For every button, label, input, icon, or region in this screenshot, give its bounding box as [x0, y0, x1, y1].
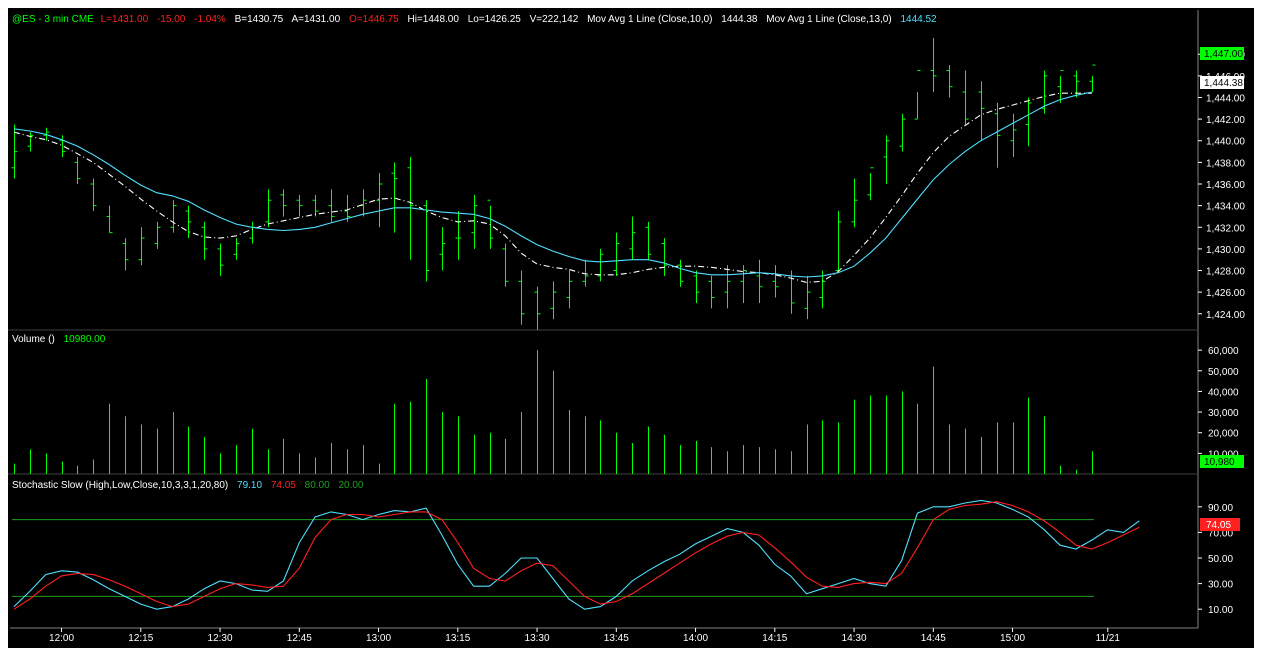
- header-bid: B=1430.75: [235, 14, 284, 25]
- stoch-tick-label: 50.00: [1208, 554, 1233, 565]
- volume-last-marker: 10,980: [1204, 457, 1235, 468]
- stoch-header-lower: 20.00: [338, 480, 363, 491]
- header-high: Hi=1448.00: [407, 14, 459, 25]
- time-tick-label: 14:30: [842, 633, 867, 644]
- header-ma13-label: Mov Avg 1 Line (Close,13,0): [766, 14, 891, 25]
- time-tick-label: 12:30: [208, 633, 233, 644]
- header-ma13-value: 1444.52: [900, 14, 937, 25]
- time-tick-label: 14:15: [762, 633, 787, 644]
- time-tick-label: 11/21: [1096, 633, 1121, 644]
- volume-tick-label: 30,000: [1208, 408, 1239, 419]
- time-tick-label: 12:45: [287, 633, 312, 644]
- stoch-header-upper: 80.00: [305, 480, 330, 491]
- price-tick-label: 1,432.00: [1206, 223, 1245, 234]
- stoch-tick-label: 30.00: [1208, 580, 1233, 591]
- price-tick-label: 1,438.00: [1206, 158, 1245, 169]
- stoch-header-d: 74.05: [271, 480, 296, 491]
- price-header: @ES - 3 min CME L=1431.00 -15.00 -1.04% …: [12, 14, 937, 25]
- time-tick-label: 14:00: [683, 633, 708, 644]
- time-tick-label: 12:00: [49, 633, 74, 644]
- stoch-header-k: 79.10: [237, 480, 262, 491]
- chart-window: @ES - 3 min CME L=1431.00 -15.00 -1.04% …: [8, 8, 1254, 648]
- volume-header-label: Volume (): [12, 334, 55, 345]
- header-low: Lo=1426.25: [468, 14, 522, 25]
- volume-tick-label: 50,000: [1208, 367, 1239, 378]
- time-tick-label: 15:00: [1000, 633, 1025, 644]
- price-tick-label: 1,436.00: [1206, 180, 1245, 191]
- stoch-last-marker: 74.05: [1206, 520, 1231, 531]
- time-tick-label: 13:00: [366, 633, 391, 644]
- chart-background: [8, 8, 1254, 648]
- price-tick-label: 1,442.00: [1206, 115, 1245, 126]
- header-ma10-value: 1444.38: [721, 14, 758, 25]
- volume-header-value: 10980.00: [64, 334, 106, 345]
- header-change: -15.00: [157, 14, 186, 25]
- chart-canvas[interactable]: @ES - 3 min CME L=1431.00 -15.00 -1.04% …: [8, 8, 1254, 648]
- header-open: O=1446.75: [349, 14, 399, 25]
- price-tick-label: 1,428.00: [1206, 267, 1245, 278]
- time-tick-label: 14:45: [921, 633, 946, 644]
- price-tick-label: 1,444.00: [1206, 93, 1245, 104]
- header-ma10-label: Mov Avg 1 Line (Close,10,0): [587, 14, 712, 25]
- price-ma-marker: 1,444.38: [1204, 78, 1243, 89]
- time-tick-label: 13:30: [525, 633, 550, 644]
- header-symbol: @ES - 3 min CME: [12, 14, 94, 25]
- volume-tick-label: 20,000: [1208, 429, 1239, 440]
- price-tick-label: 1,440.00: [1206, 137, 1245, 148]
- time-tick-label: 13:45: [604, 633, 629, 644]
- header-ask: A=1431.00: [291, 14, 340, 25]
- volume-tick-label: 60,000: [1208, 346, 1239, 357]
- time-tick-label: 13:15: [445, 633, 470, 644]
- price-tick-label: 1,424.00: [1206, 310, 1245, 321]
- header-volume: V=222,142: [530, 14, 579, 25]
- header-change-pct: -1.04%: [194, 14, 226, 25]
- stoch-tick-label: 90.00: [1208, 503, 1233, 514]
- price-tick-label: 1,434.00: [1206, 202, 1245, 213]
- stoch-tick-label: 10.00: [1208, 605, 1233, 616]
- time-tick-label: 12:15: [128, 633, 153, 644]
- price-last-marker: 1,447.00: [1204, 49, 1243, 60]
- stoch-header-label: Stochastic Slow (High,Low,Close,10,3,3,1…: [12, 480, 228, 491]
- stoch-header: Stochastic Slow (High,Low,Close,10,3,3,1…: [12, 480, 364, 491]
- price-tick-label: 1,426.00: [1206, 288, 1245, 299]
- header-last: L=1431.00: [101, 14, 149, 25]
- price-tick-label: 1,430.00: [1206, 245, 1245, 256]
- volume-tick-label: 40,000: [1208, 387, 1239, 398]
